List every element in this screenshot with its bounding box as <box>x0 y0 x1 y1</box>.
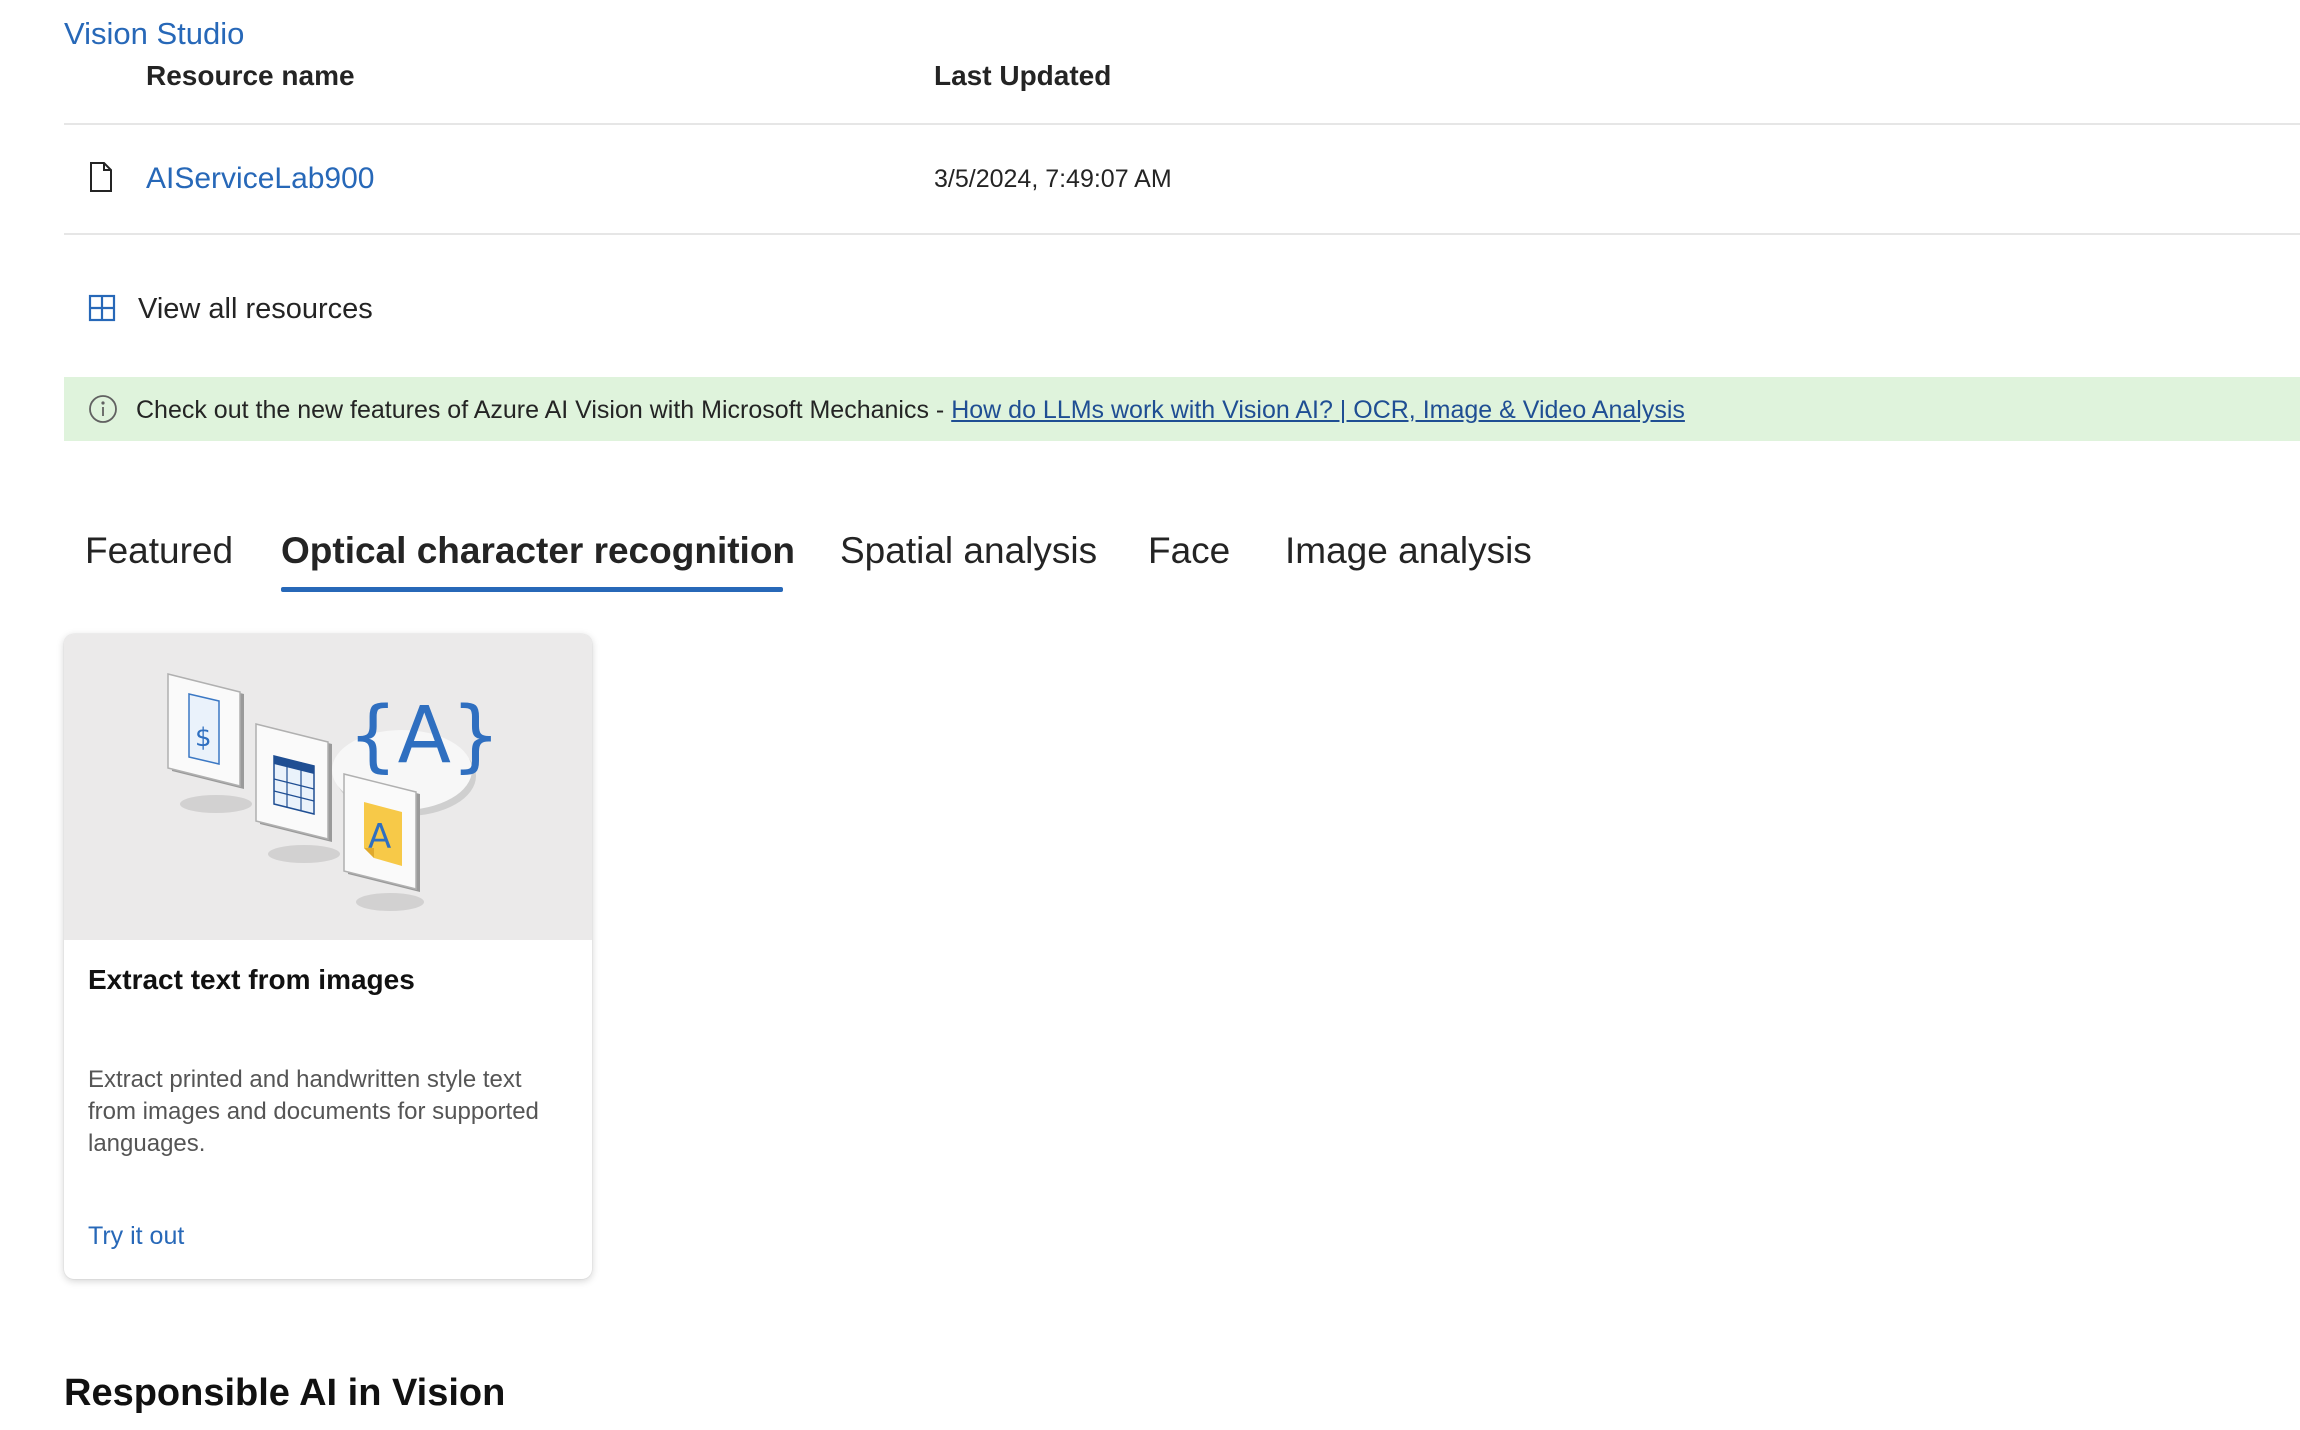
receipt-symbol: $ <box>195 723 212 753</box>
section-heading: Responsible AI in Vision <box>64 1372 506 1414</box>
braces-letter: {A} <box>348 691 501 781</box>
tab-face[interactable]: Face <box>1148 530 1230 572</box>
file-icon <box>90 162 112 192</box>
receipt-icon: $ <box>167 673 244 789</box>
tab-spatial-analysis[interactable]: Spatial analysis <box>840 530 1097 572</box>
banner-text: Check out the new features of Azure AI V… <box>136 396 952 424</box>
banner-link[interactable]: How do LLMs work with Vision AI? | OCR, … <box>951 396 1685 424</box>
sticky-note-icon: A <box>343 773 420 892</box>
try-it-out-link[interactable]: Try it out <box>88 1222 184 1251</box>
banner-message: Check out the new features of Azure AI V… <box>136 396 1685 425</box>
resource-name-link[interactable]: AIServiceLab900 <box>146 162 375 196</box>
card-description: Extract printed and handwritten style te… <box>88 1066 539 1157</box>
tab-featured[interactable]: Featured <box>85 530 233 572</box>
app-title[interactable]: Vision Studio <box>64 16 244 52</box>
last-updated-value: 3/5/2024, 7:49:07 AM <box>934 165 1172 193</box>
note-letter: A <box>368 817 391 857</box>
table-icon <box>255 723 332 842</box>
tab-optical-character-recognition[interactable]: Optical character recognition <box>281 530 795 572</box>
ocr-card[interactable]: $ A {A} Extract text from images Extract… <box>64 634 592 1279</box>
card-illustration: $ A {A} <box>64 634 592 940</box>
active-tab-indicator <box>281 587 783 592</box>
grid-icon <box>88 294 116 322</box>
view-all-resources-label[interactable]: View all resources <box>138 293 373 326</box>
column-header-last-updated[interactable]: Last Updated <box>934 60 1111 92</box>
card-title: Extract text from images <box>88 964 415 995</box>
header-divider <box>64 123 2300 125</box>
tab-image-analysis[interactable]: Image analysis <box>1285 530 1532 572</box>
info-icon <box>89 395 117 423</box>
row-divider <box>64 233 2300 235</box>
column-header-resource-name[interactable]: Resource name <box>146 60 355 92</box>
